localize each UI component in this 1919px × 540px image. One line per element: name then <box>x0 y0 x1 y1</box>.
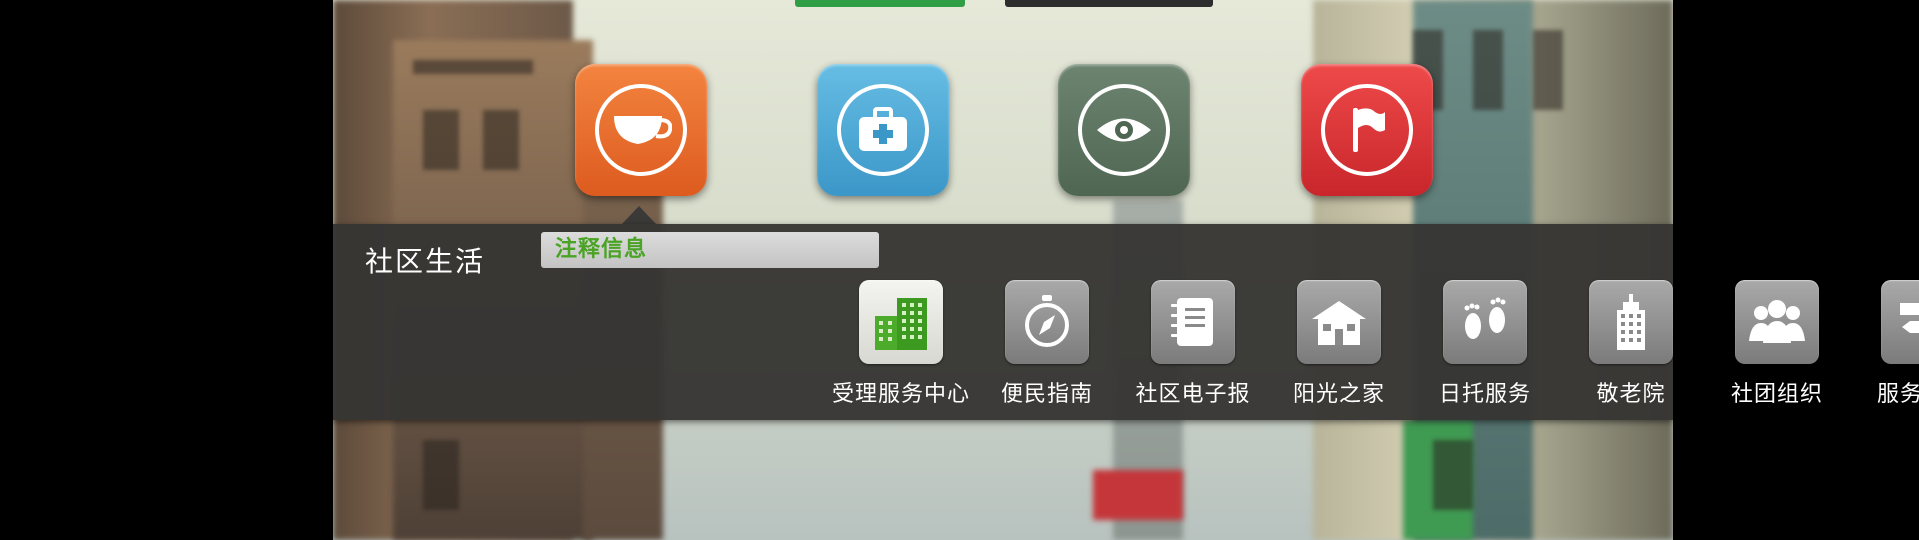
category-tile-view[interactable] <box>1058 64 1190 196</box>
tooltip: 注释信息 <box>541 232 879 268</box>
app-label: 敬老院 <box>1596 382 1666 407</box>
app-label: 社团组织 <box>1730 382 1823 407</box>
signpost-icon <box>1881 280 1919 364</box>
flag-icon <box>1321 84 1413 176</box>
app-item-guide[interactable]: 便民指南 <box>972 280 1122 408</box>
app-label: 便民指南 <box>1000 382 1093 407</box>
category-tile-community-life[interactable] <box>575 64 707 196</box>
app-item-navigation[interactable]: 服务导航 <box>1848 280 1919 408</box>
footprints-icon <box>1443 280 1527 364</box>
community-life-panel: 社区生活 注释信息 受理服务中心 便民指南 社区电子报 阳光之家 日托服务 敬老… <box>333 224 1919 420</box>
panel-title: 社区生活 <box>365 245 486 278</box>
app-label: 受理服务中心 <box>831 382 970 407</box>
tall-building-icon <box>1589 280 1673 364</box>
app-label: 阳光之家 <box>1292 382 1385 407</box>
active-tab-indicator[interactable] <box>795 0 965 7</box>
group-people-icon <box>1735 280 1819 364</box>
medical-kit-icon <box>837 84 929 176</box>
app-label: 服务导航 <box>1876 382 1919 407</box>
app-item-daycare[interactable]: 日托服务 <box>1410 280 1560 408</box>
app-label: 日托服务 <box>1438 382 1531 407</box>
app-label: 社区电子报 <box>1135 382 1251 407</box>
compass-icon <box>1005 280 1089 364</box>
notebook-icon <box>1151 280 1235 364</box>
app-item-nursing-home[interactable]: 敬老院 <box>1556 280 1706 408</box>
active-category-pointer <box>622 206 656 224</box>
app-item-service-center[interactable]: 受理服务中心 <box>826 280 976 408</box>
app-list: 受理服务中心 便民指南 社区电子报 阳光之家 日托服务 敬老院 社团组织 服务 <box>333 280 1919 420</box>
eye-icon <box>1078 84 1170 176</box>
inactive-tab-indicator[interactable] <box>1005 0 1213 7</box>
app-item-associations[interactable]: 社团组织 <box>1702 280 1852 408</box>
category-tile-flag[interactable] <box>1301 64 1433 196</box>
house-icon <box>1297 280 1381 364</box>
teacup-icon <box>595 84 687 176</box>
app-item-sunshine-home[interactable]: 阳光之家 <box>1264 280 1414 408</box>
green-buildings-icon <box>859 280 943 364</box>
app-item-newspaper[interactable]: 社区电子报 <box>1118 280 1268 408</box>
category-tile-medical[interactable] <box>817 64 949 196</box>
screen: 社区生活 注释信息 受理服务中心 便民指南 社区电子报 阳光之家 日托服务 敬老… <box>0 0 1919 540</box>
